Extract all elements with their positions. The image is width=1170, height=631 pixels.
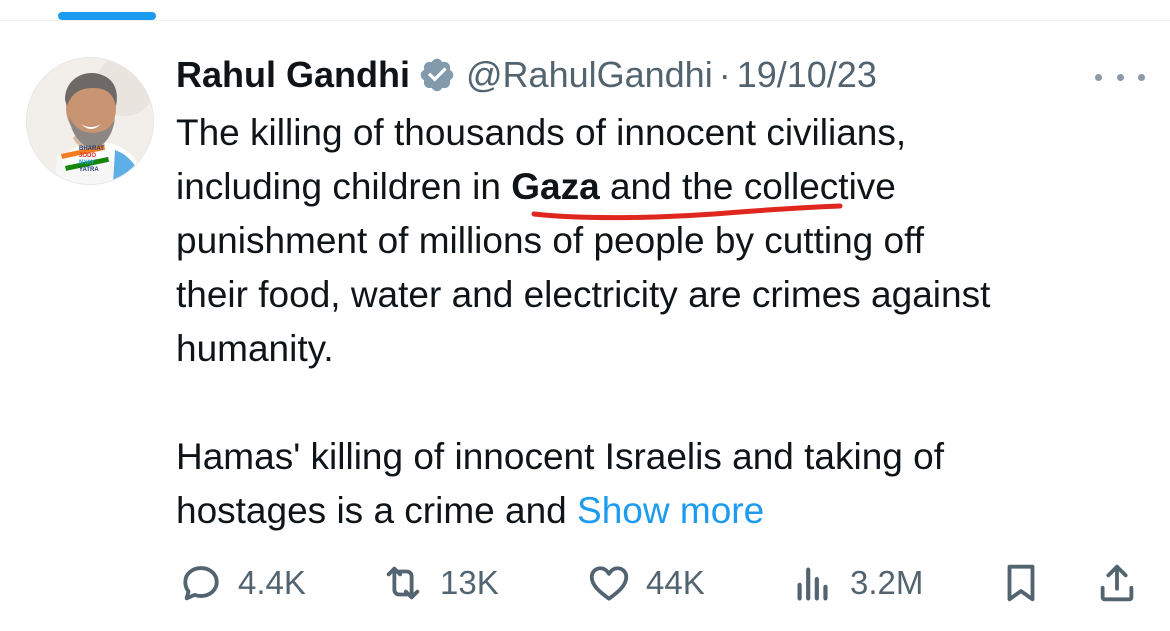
repost-icon [386, 566, 420, 600]
heart-icon [589, 566, 629, 601]
more-dot [1095, 73, 1102, 81]
header-separator: · [718, 54, 731, 95]
tweet-line: including children in Gaza and the colle… [176, 160, 1156, 214]
tweet-line: hostages is a crime and Show more [176, 484, 1156, 538]
analytics-icon [797, 567, 828, 601]
tweet-line: Hamas' killing of innocent Israelis and … [176, 436, 945, 477]
avatar-badge-text: BHARAT JODO NYAY YATRA [79, 146, 113, 174]
more-dot [1116, 73, 1124, 81]
highlighted-word: Gaza [511, 166, 600, 207]
tweet-text-segment: and the collective [599, 166, 896, 207]
avatar-badge-line: BHARAT [79, 146, 104, 152]
tweet-text-segment: including children in [176, 166, 512, 207]
avatar-badge-line: YATRA [79, 167, 99, 173]
avatar-badge-line: NYAY [79, 160, 95, 166]
tweet-line: their food, water and electricity are cr… [176, 274, 991, 315]
repost-button[interactable]: 13K [380, 558, 499, 608]
tweet-text: The killing of thousands of innocent civ… [176, 106, 1156, 538]
views-button[interactable]: 3.2M [790, 558, 923, 608]
like-count: 44K [646, 564, 705, 601]
author-handle[interactable]: @RahulGandhi [466, 54, 713, 96]
tweet-date[interactable]: 19/10/23 [737, 54, 877, 96]
tweet-line: The killing of thousands of innocent civ… [176, 112, 907, 153]
reply-button[interactable]: 4.4K [178, 558, 306, 608]
avatar[interactable]: BHARAT JODO NYAY YATRA [26, 57, 154, 185]
more-options-icon[interactable] [1095, 65, 1145, 89]
share-icon [1100, 564, 1134, 602]
author-name[interactable]: Rahul Gandhi [176, 54, 410, 96]
action-bar: 4.4K 13K 44K 3.2M [176, 558, 1146, 608]
views-count: 3.2M [850, 564, 924, 601]
share-button[interactable] [1094, 558, 1140, 608]
tweet-text-segment: hostages is a crime and [176, 490, 578, 531]
bookmark-icon [1007, 564, 1035, 602]
tweet-line: humanity. [176, 328, 334, 369]
active-tab-indicator [58, 12, 156, 20]
reply-count: 4.4K [238, 564, 306, 601]
reply-icon [183, 566, 219, 601]
repost-count: 13K [440, 564, 499, 601]
more-dot [1138, 73, 1145, 81]
tweet-header: Rahul Gandhi @RahulGandhi · 19/10/23 [176, 52, 877, 98]
top-divider [0, 20, 1170, 21]
show-more-link[interactable]: Show more [577, 490, 764, 531]
bookmark-button[interactable] [998, 558, 1044, 608]
avatar-badge-line: JODO [79, 153, 97, 159]
verified-badge-icon[interactable] [418, 56, 456, 94]
tweet-line: punishment of millions of people by cutt… [176, 220, 924, 261]
like-button[interactable]: 44K [586, 558, 705, 608]
